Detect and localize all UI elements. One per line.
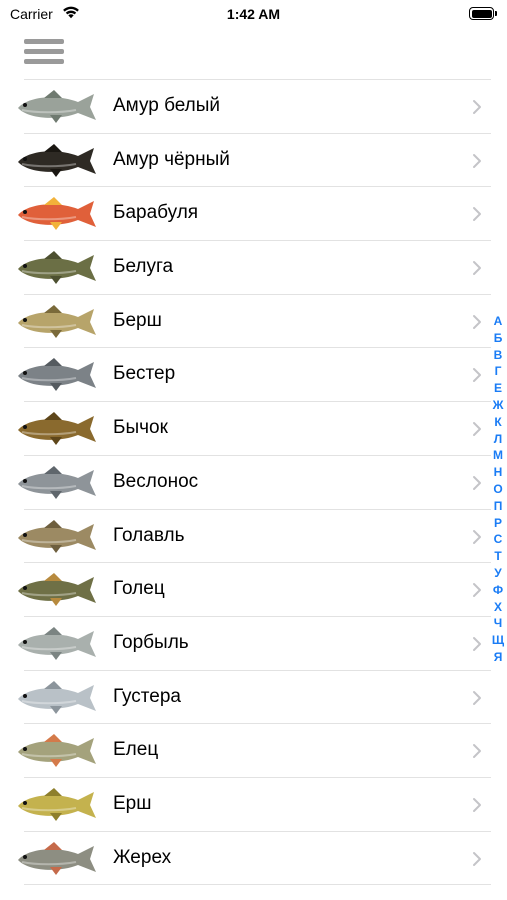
fish-list-item[interactable]: Барабуля (0, 187, 507, 242)
index-letter[interactable]: Г (489, 363, 507, 380)
fish-thumbnail-icon (18, 841, 96, 875)
index-letter[interactable]: Ф (489, 582, 507, 599)
fish-thumbnail-icon (18, 90, 96, 123)
fish-thumbnail-icon (18, 626, 96, 660)
index-letter[interactable]: О (489, 481, 507, 498)
screen: Carrier 1:42 AM Амур белый Амур чёрный Бар… (0, 0, 507, 900)
index-letter[interactable]: Щ (489, 632, 507, 649)
fish-thumbnail-icon (18, 465, 96, 499)
fish-thumbnail-icon (18, 573, 96, 607)
chevron-right-icon (473, 851, 481, 866)
fish-list-item[interactable]: Голавль (0, 510, 507, 564)
fish-name: Белуга (113, 256, 174, 278)
chevron-right-icon (473, 744, 481, 759)
index-letter[interactable]: Х (489, 599, 507, 616)
chevron-right-icon (473, 529, 481, 544)
fish-name: Густера (113, 685, 181, 707)
index-letter[interactable]: К (489, 414, 507, 431)
battery-icon (469, 7, 497, 20)
fish-list-item[interactable]: Голец (0, 563, 507, 617)
index-letter[interactable]: А (489, 313, 507, 330)
row-separator (24, 884, 491, 886)
fish-thumbnail-icon (18, 734, 96, 768)
fish-thumbnail-icon (18, 358, 96, 392)
fish-name: Амур белый (113, 95, 221, 116)
index-letter[interactable]: Е (489, 380, 507, 397)
index-letter[interactable]: Ж (489, 397, 507, 414)
chevron-right-icon (473, 422, 481, 437)
fish-list-item[interactable]: Белуга (0, 241, 507, 295)
fish-list-item[interactable]: Бестер (0, 348, 507, 403)
index-letter[interactable]: Л (489, 431, 507, 448)
fish-list-item[interactable]: Густера (0, 671, 507, 725)
fish-list-item[interactable]: Амур белый (0, 80, 507, 134)
fish-thumbnail-icon (18, 680, 96, 714)
chevron-right-icon (473, 690, 481, 705)
chevron-right-icon (473, 583, 481, 598)
index-letter[interactable]: Н (489, 464, 507, 481)
fish-list-item[interactable]: Амур чёрный (0, 134, 507, 188)
fish-list-item[interactable]: Бычок (0, 402, 507, 456)
fish-list-item[interactable]: Берш (0, 295, 507, 349)
fish-name: Горбыль (113, 631, 189, 653)
fish-thumbnail-icon (18, 251, 96, 285)
fish-name: Бестер (113, 363, 176, 385)
index-letter[interactable]: П (489, 498, 507, 515)
chevron-right-icon (473, 153, 481, 168)
index-letter[interactable]: У (489, 565, 507, 582)
chevron-right-icon (473, 314, 481, 329)
fish-list[interactable]: Амур белый Амур чёрный Барабуля Белуга Берш Б… (0, 80, 507, 886)
status-bar: Carrier 1:42 AM (0, 0, 507, 28)
fish-list-item[interactable]: Елец (0, 724, 507, 778)
fish-thumbnail-icon (18, 197, 96, 231)
index-letter[interactable]: Т (489, 548, 507, 565)
fish-name: Голец (113, 578, 165, 600)
index-letter[interactable]: Б (489, 330, 507, 347)
clock-label: 1:42 AM (226, 6, 281, 22)
index-letter[interactable]: В (489, 347, 507, 364)
fish-name: Жерех (113, 846, 172, 868)
index-letter[interactable]: Я (489, 649, 507, 666)
fish-name: Амур чёрный (113, 148, 230, 170)
chevron-right-icon (473, 368, 481, 383)
fish-name: Веслонос (113, 470, 199, 492)
chevron-right-icon (473, 636, 481, 651)
fish-name: Елец (113, 739, 159, 761)
fish-thumbnail-icon (18, 519, 96, 553)
fish-thumbnail-icon (18, 143, 96, 177)
fish-name: Голавль (113, 524, 185, 546)
fish-list-item[interactable]: Жерех (0, 832, 507, 886)
fish-list-item[interactable]: Ерш (0, 778, 507, 832)
chevron-right-icon (473, 100, 481, 114)
chevron-right-icon (473, 261, 481, 276)
alphabet-index[interactable]: АБВГЕЖКЛМНОПРСТУФХЧЩЯ (489, 313, 507, 666)
index-letter[interactable]: С (489, 531, 507, 548)
fish-name: Барабуля (113, 202, 199, 224)
chevron-right-icon (473, 797, 481, 812)
fish-name: Бычок (113, 417, 168, 439)
index-letter[interactable]: Р (489, 515, 507, 532)
chevron-right-icon (473, 475, 481, 490)
index-letter[interactable]: Ч (489, 615, 507, 632)
fish-list-item[interactable]: Веслонос (0, 456, 507, 510)
hamburger-menu-icon[interactable] (24, 38, 64, 68)
fish-name: Ерш (113, 792, 152, 814)
fish-thumbnail-icon (18, 304, 96, 338)
index-letter[interactable]: М (489, 447, 507, 464)
fish-name: Берш (113, 309, 162, 331)
fish-list-item[interactable]: Горбыль (0, 617, 507, 671)
fish-thumbnail-icon (18, 787, 96, 821)
chevron-right-icon (473, 207, 481, 222)
fish-thumbnail-icon (18, 412, 96, 446)
